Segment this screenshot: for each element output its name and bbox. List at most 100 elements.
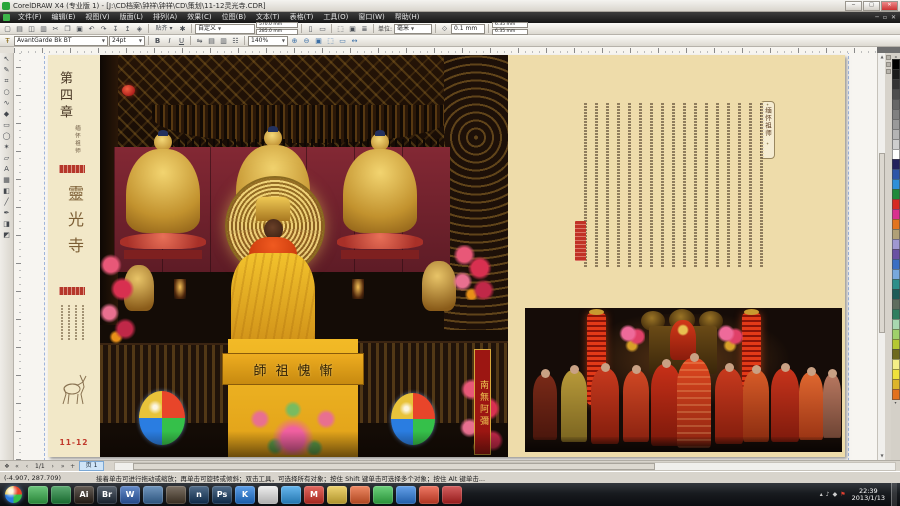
align-left-button[interactable]: ▤ bbox=[206, 36, 217, 46]
docker-icon[interactable] bbox=[886, 55, 891, 60]
tray-icon[interactable]: ▴ bbox=[820, 491, 823, 498]
undo-button[interactable]: ↶ bbox=[86, 24, 97, 34]
docker-icon[interactable] bbox=[886, 69, 891, 74]
taskbar-app-mail[interactable]: M bbox=[304, 486, 324, 504]
shape-tool[interactable]: ✎ bbox=[1, 65, 13, 76]
polygon-tool[interactable]: ✶ bbox=[1, 142, 13, 153]
taskbar-app-1[interactable] bbox=[28, 486, 48, 504]
paste-button[interactable]: ▣ bbox=[74, 24, 85, 34]
blend-tool[interactable]: ◧ bbox=[1, 186, 13, 197]
pick-tool[interactable]: ↖ bbox=[1, 54, 13, 65]
layout-button[interactable]: ≣ bbox=[359, 24, 370, 34]
page-tab[interactable]: 页 1 bbox=[79, 461, 105, 471]
duplicate-x-field[interactable]: 6.35 mm bbox=[492, 22, 528, 28]
close-button[interactable]: ✕ bbox=[881, 1, 898, 11]
taskbar-app-illustrator[interactable]: Ai bbox=[74, 486, 94, 504]
tray-icon[interactable]: ♪ bbox=[826, 491, 830, 498]
taskbar-app-bridge[interactable]: Br bbox=[97, 486, 117, 504]
doc-restore-button[interactable]: ▫ bbox=[883, 14, 887, 21]
paragraph-button[interactable]: ☷ bbox=[230, 36, 241, 46]
horizontal-scrollbar[interactable] bbox=[114, 462, 896, 471]
portrait-button[interactable]: ▯ bbox=[305, 24, 316, 34]
table-tool[interactable]: ▦ bbox=[1, 175, 13, 186]
menu-item[interactable]: 编辑(E) bbox=[47, 12, 81, 23]
start-button[interactable] bbox=[5, 486, 22, 503]
ellipse-tool[interactable]: ◯ bbox=[1, 131, 13, 142]
taskbar-app-word[interactable]: W bbox=[120, 486, 140, 504]
zoom-out-button[interactable]: ⊖ bbox=[301, 36, 312, 46]
menu-item[interactable]: 帮助(H) bbox=[390, 12, 425, 23]
current-page-button[interactable]: ▣ bbox=[347, 24, 358, 34]
maximize-button[interactable]: □ bbox=[863, 1, 880, 11]
zoom-level-select[interactable]: 140%▼ bbox=[248, 36, 288, 46]
taskbar-app-16[interactable] bbox=[373, 486, 393, 504]
taskbar-app-2[interactable] bbox=[51, 486, 71, 504]
previous-page-button[interactable]: ‹ bbox=[23, 463, 31, 470]
document-spread[interactable]: 第四章 缅怀祖师 靈光寺 11-12 bbox=[48, 55, 845, 457]
docker-icon[interactable] bbox=[886, 62, 891, 67]
save-button[interactable]: ◫ bbox=[26, 24, 37, 34]
font-select[interactable]: AvantGarde Bk BT▼ bbox=[14, 36, 108, 46]
all-pages-button[interactable]: ⬚ bbox=[335, 24, 346, 34]
canvas[interactable]: 第四章 缅怀祖师 靈光寺 11-12 bbox=[21, 53, 877, 460]
basic-shapes-tool[interactable]: ▱ bbox=[1, 153, 13, 164]
next-page-button[interactable]: › bbox=[49, 463, 57, 470]
menu-item[interactable]: 视图(V) bbox=[80, 12, 114, 23]
units-select[interactable]: 毫米▼ bbox=[394, 24, 432, 34]
new-button[interactable]: ▢ bbox=[2, 24, 13, 34]
menu-item[interactable]: 版面(L) bbox=[115, 12, 148, 23]
landscape-button[interactable]: ▭ bbox=[317, 24, 328, 34]
freehand-tool[interactable]: ∿ bbox=[1, 98, 13, 109]
outline-tool[interactable]: ✒ bbox=[1, 208, 13, 219]
taskbar-clock[interactable]: 22:39 2013/1/13 bbox=[852, 488, 885, 502]
italic-button[interactable]: I bbox=[164, 36, 175, 46]
smart-fill-tool[interactable]: ◆ bbox=[1, 109, 13, 120]
tray-alert-icon[interactable]: ⚑ bbox=[840, 491, 845, 498]
taskbar-app-7[interactable] bbox=[166, 486, 186, 504]
last-page-button[interactable]: » bbox=[59, 463, 67, 470]
crop-tool[interactable]: ⌗ bbox=[1, 76, 13, 87]
nudge-field[interactable]: 0.1 mm bbox=[451, 24, 485, 34]
taskbar-app-qq[interactable] bbox=[258, 486, 278, 504]
zoom-in-button[interactable]: ⊕ bbox=[289, 36, 300, 46]
paper-width-field[interactable]: 570.0 mm bbox=[256, 22, 298, 28]
underline-button[interactable]: U bbox=[176, 36, 187, 46]
doc-close-button[interactable]: ✕ bbox=[891, 14, 896, 21]
menu-item[interactable]: 位图(B) bbox=[217, 12, 251, 23]
menu-item[interactable]: 窗口(W) bbox=[353, 12, 389, 23]
zoom-page-button[interactable]: ▭ bbox=[337, 36, 348, 46]
taskbar-app-kugou[interactable]: K bbox=[235, 486, 255, 504]
import-button[interactable]: ↧ bbox=[110, 24, 121, 34]
taskbar-app-6[interactable] bbox=[143, 486, 163, 504]
snap-dropdown[interactable]: 贴齐 ▾ bbox=[152, 24, 176, 34]
columns-button[interactable]: ▥ bbox=[218, 36, 229, 46]
taskbar-app-globe[interactable] bbox=[396, 486, 416, 504]
fill-tool[interactable]: ◨ bbox=[1, 219, 13, 230]
vertical-scrollbar[interactable]: ▲ ▼ bbox=[877, 53, 885, 460]
add-page-button[interactable]: + bbox=[69, 463, 77, 470]
doc-minimize-button[interactable]: ─ bbox=[875, 14, 879, 21]
redo-button[interactable]: ↷ bbox=[98, 24, 109, 34]
rectangle-tool[interactable]: ▭ bbox=[1, 120, 13, 131]
minimize-button[interactable]: ─ bbox=[845, 1, 862, 11]
menu-item[interactable]: 工具(O) bbox=[318, 12, 353, 23]
show-desktop-button[interactable] bbox=[891, 483, 897, 506]
taskbar-app-folder[interactable] bbox=[327, 486, 347, 504]
eyedropper-tool[interactable]: ╱ bbox=[1, 197, 13, 208]
zoom-width-button[interactable]: ↔ bbox=[349, 36, 360, 46]
copy-button[interactable]: ❐ bbox=[62, 24, 73, 34]
nav-flyout-button[interactable]: ❖ bbox=[3, 463, 11, 470]
taskbar-app-notes[interactable]: n bbox=[189, 486, 209, 504]
tray-icon[interactable]: ◆ bbox=[833, 491, 838, 498]
zoom-all-button[interactable]: ⬚ bbox=[325, 36, 336, 46]
menu-item[interactable]: 效果(C) bbox=[182, 12, 216, 23]
bold-button[interactable]: B bbox=[152, 36, 163, 46]
taskbar-app-18[interactable] bbox=[419, 486, 439, 504]
zoom-selection-button[interactable]: ▣ bbox=[313, 36, 324, 46]
open-button[interactable]: ▤ bbox=[14, 24, 25, 34]
horizontal-scroll-thumb[interactable] bbox=[133, 463, 655, 470]
menu-item[interactable]: 排列(A) bbox=[148, 12, 182, 23]
cut-button[interactable]: ✂ bbox=[50, 24, 61, 34]
taskbar-app-photoshop[interactable]: Ps bbox=[212, 486, 232, 504]
options-button[interactable]: ✱ bbox=[177, 24, 188, 34]
